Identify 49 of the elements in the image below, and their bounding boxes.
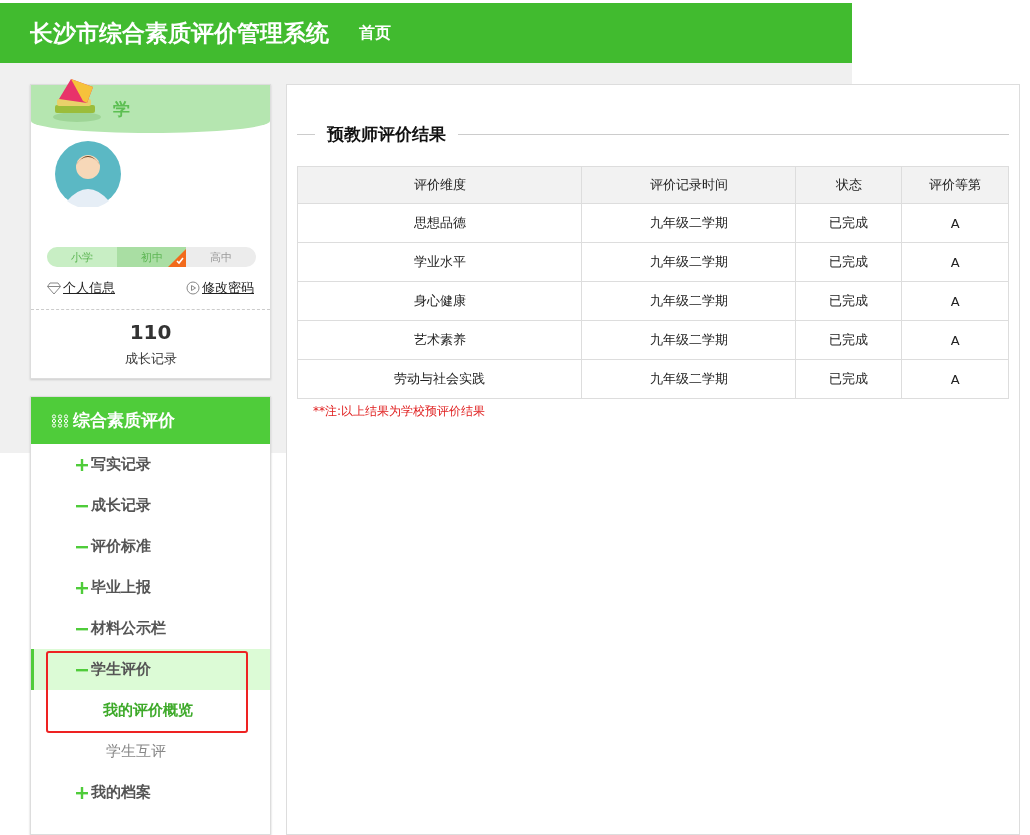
menu-item[interactable]: 毕业上报 (31, 567, 270, 608)
menu-item[interactable]: 成长记录 (31, 485, 270, 526)
table-cell: 九年级二学期 (581, 203, 796, 243)
play-circle-icon (186, 281, 200, 295)
table-cell: 九年级二学期 (581, 281, 796, 321)
note-text: **注:以上结果为学校预评价结果 (312, 403, 487, 420)
table-cell: A (901, 242, 1009, 282)
column-header: 评价记录时间 (581, 166, 796, 204)
table-cell: 思想品德 (297, 203, 582, 243)
menu-title: 综合素质评价 (73, 409, 175, 432)
table-cell: 艺术素养 (297, 320, 582, 360)
grid-dots-icon (51, 413, 69, 428)
table-cell: A (901, 359, 1009, 399)
table-cell: 已完成 (795, 320, 902, 360)
banner-title: 学 (113, 97, 130, 121)
table-cell: 已完成 (795, 359, 902, 399)
table-cell: A (901, 281, 1009, 321)
table-cell: 九年级二学期 (581, 242, 796, 282)
table-cell: 劳动与社会实践 (297, 359, 582, 399)
menu-item[interactable]: 材料公示栏 (31, 608, 270, 649)
check-icon (168, 249, 187, 267)
menu-item[interactable]: 写实记录 (31, 444, 270, 485)
menu-item[interactable]: 评价标准 (31, 526, 270, 567)
column-header: 状态 (795, 166, 902, 204)
system-title: 长沙市综合素质评价管理系统 (30, 18, 329, 48)
column-header: 评价等第 (901, 166, 1009, 204)
table-cell: 九年级二学期 (581, 359, 796, 399)
plus-icon (76, 786, 88, 799)
table-cell: 已完成 (795, 203, 902, 243)
table-cell: A (901, 203, 1009, 243)
table-cell: 已完成 (795, 281, 902, 321)
menu-item[interactable]: 学生评价 (31, 649, 270, 690)
table-cell: 学业水平 (297, 242, 582, 282)
table-cell: A (901, 320, 1009, 360)
count-label: 成长记录 (123, 350, 178, 368)
record-count: 110 (128, 319, 173, 344)
section-title: 预教师评价结果 (327, 123, 446, 146)
menu-item[interactable]: 我的档案 (31, 772, 270, 813)
table-cell: 已完成 (795, 242, 902, 282)
change-password-link[interactable]: 修改密码 (186, 279, 254, 297)
plus-icon (76, 581, 88, 594)
table-cell: 九年级二学期 (581, 320, 796, 360)
plus-icon (76, 458, 88, 471)
personal-info-link[interactable]: 个人信息 (47, 279, 115, 297)
column-header: 评价维度 (297, 166, 582, 204)
menu-subitem[interactable]: 学生互评 (31, 731, 270, 772)
diamond-icon (47, 281, 61, 295)
avatar (55, 141, 121, 207)
table-cell: 身心健康 (297, 281, 582, 321)
